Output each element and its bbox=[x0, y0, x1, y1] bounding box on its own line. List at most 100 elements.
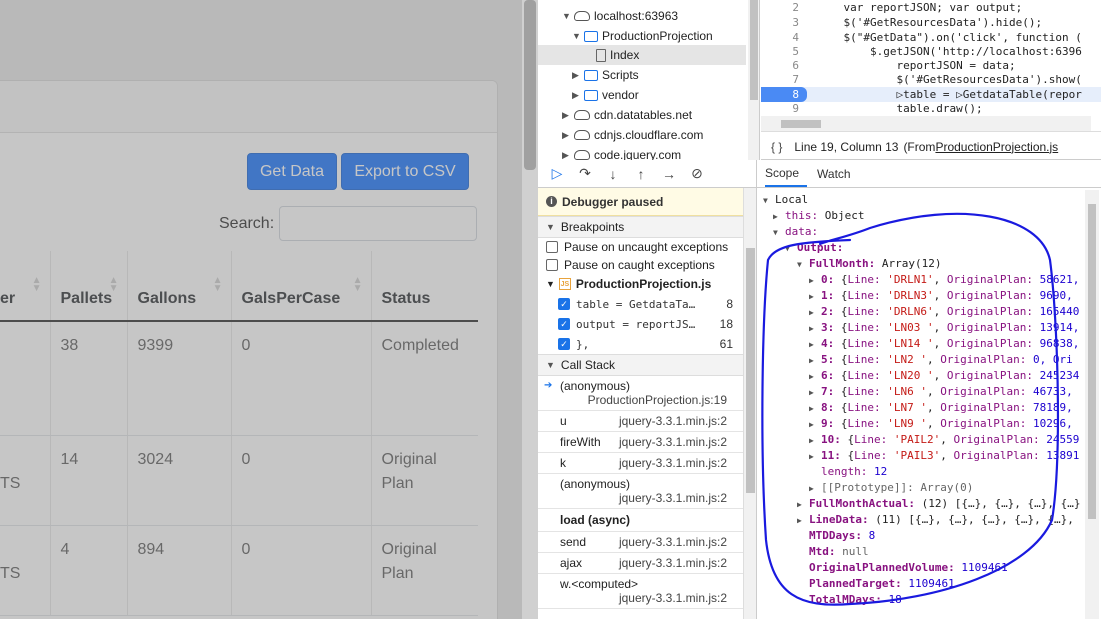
scope-var-fullmonthactual[interactable]: ▶ FullMonthActual: (12) [{…}, {…}, {…}, {… bbox=[797, 496, 1081, 512]
scrollbar-thumb[interactable] bbox=[524, 0, 536, 170]
page-scrollbar[interactable] bbox=[522, 0, 538, 619]
chevron-right-icon: ▶ bbox=[809, 452, 814, 461]
array-item[interactable]: ▶ 9: {Line: 'LN9 ', OriginalPlan: 10296, bbox=[809, 416, 1073, 432]
debugger-sidebar: i Debugger paused ▼ Breakpoints Pause on u… bbox=[538, 188, 743, 619]
call-frame[interactable]: fireWith jquery-3.3.1.min.js:2 bbox=[538, 432, 743, 453]
call-frame[interactable]: send jquery-3.3.1.min.js:2 bbox=[538, 532, 743, 553]
call-stack-section-header[interactable]: ▼ Call Stack bbox=[538, 354, 743, 376]
scope-var-fullmonth[interactable]: ▼ FullMonth: Array(12) bbox=[797, 256, 941, 272]
scope-panel: Scope Watch ▼ Local ▶ this: Object ▼ data: … bbox=[756, 160, 1101, 619]
scope-var-this[interactable]: ▶ this: Object bbox=[773, 208, 865, 224]
array-item[interactable]: ▶ 6: {Line: 'LN20 ', OriginalPlan: 245234 bbox=[809, 368, 1079, 384]
pretty-print-icon[interactable]: { } bbox=[771, 140, 782, 154]
scope-var-linedata[interactable]: ▶ LineData: (11) [{…}, {…}, {…}, {…}, {…}… bbox=[797, 512, 1074, 528]
cloud-icon bbox=[574, 130, 590, 140]
cloud-icon bbox=[574, 150, 590, 160]
checkbox-checked[interactable]: ✓ bbox=[558, 338, 570, 350]
breakpoints-section-header[interactable]: ▼ Breakpoints bbox=[538, 216, 743, 238]
scope-var-output[interactable]: ▼ Output: bbox=[785, 240, 843, 256]
nav-item-productionprojection[interactable]: ▼ ProductionProjection bbox=[572, 26, 713, 46]
scope-tabs: Scope Watch bbox=[757, 160, 1101, 188]
checkbox[interactable] bbox=[546, 259, 558, 271]
array-item[interactable]: ▶ 2: {Line: 'DRLN6', OriginalPlan: 165440 bbox=[809, 304, 1079, 320]
chevron-down-icon: ▼ bbox=[546, 360, 555, 370]
scrollbar-thumb[interactable] bbox=[1088, 204, 1096, 519]
code-line: 4 $("#GetData").on('click', function ( bbox=[792, 31, 1082, 44]
chevron-down-icon: ▼ bbox=[763, 196, 768, 205]
tab-watch[interactable]: Watch bbox=[817, 167, 859, 187]
editor-horizontal-scrollbar[interactable] bbox=[761, 116, 1091, 131]
pause-uncaught-option[interactable]: Pause on uncaught exceptions bbox=[538, 238, 743, 256]
chevron-right-icon: ▶ bbox=[562, 129, 569, 140]
array-prototype[interactable]: ▶ [[Prototype]]: Array(0) bbox=[809, 480, 973, 496]
nav-item-localhost[interactable]: ▼ localhost:63963 bbox=[562, 6, 678, 26]
web-page-viewport: Get Data Export to CSV Search: er ▲ ▼ Pall… bbox=[0, 0, 538, 619]
array-item[interactable]: ▶ 1: {Line: 'DRLN3', OriginalPlan: 9690, bbox=[809, 288, 1073, 304]
current-frame-arrow-icon: ➔ bbox=[544, 380, 553, 391]
step-over-icon[interactable]: ↷ bbox=[576, 165, 594, 182]
source-map-link[interactable]: ProductionProjection.js bbox=[935, 140, 1058, 154]
call-frame[interactable]: w.<computed> jquery-3.3.1.min.js:2 bbox=[538, 574, 743, 609]
breakpoint-entry[interactable]: ✓ table = GetdataTa… 8 bbox=[538, 294, 743, 314]
folder-icon bbox=[584, 89, 598, 101]
array-item[interactable]: ▶ 0: {Line: 'DRLN1', OriginalPlan: 58621, bbox=[809, 272, 1079, 288]
scrollbar-thumb[interactable] bbox=[781, 120, 821, 128]
chevron-down-icon: ▼ bbox=[773, 228, 778, 237]
scope-scrollbar[interactable] bbox=[1085, 190, 1099, 619]
deactivate-breakpoints-icon[interactable]: ⊘ bbox=[688, 165, 706, 182]
step-icon[interactable]: → bbox=[660, 166, 678, 182]
step-out-icon[interactable]: ↑ bbox=[632, 166, 650, 182]
sidebar-scrollbar[interactable] bbox=[743, 188, 756, 619]
navigator-scrollbar[interactable] bbox=[748, 0, 759, 160]
call-frame[interactable]: ➔ (anonymous) ProductionProjection.js:19 bbox=[538, 376, 743, 411]
nav-item-vendor[interactable]: ▶ vendor bbox=[572, 85, 639, 105]
step-into-icon[interactable]: ↓ bbox=[604, 166, 622, 182]
chevron-right-icon: ▶ bbox=[562, 109, 569, 120]
array-item[interactable]: ▶ 4: {Line: 'LN14 ', OriginalPlan: 96838, bbox=[809, 336, 1079, 352]
code-editor[interactable]: 2 var reportJSON; var output; 3 $('#GetR… bbox=[761, 0, 1101, 132]
chevron-right-icon: ▶ bbox=[809, 372, 814, 381]
breakpoint-entry[interactable]: ✓ output = reportJS… 18 bbox=[538, 314, 743, 334]
array-length: length: 12 bbox=[821, 465, 888, 478]
code-line: 3 $('#GetResourcesData').hide(); bbox=[792, 16, 1043, 29]
call-frame[interactable]: ajax jquery-3.3.1.min.js:2 bbox=[538, 553, 743, 574]
pause-caught-option[interactable]: Pause on caught exceptions bbox=[538, 256, 743, 274]
chevron-right-icon: ▶ bbox=[572, 89, 579, 100]
call-frame[interactable]: (anonymous) jquery-3.3.1.min.js:2 bbox=[538, 474, 743, 509]
array-item[interactable]: ▶ 3: {Line: 'LN03 ', OriginalPlan: 13914, bbox=[809, 320, 1079, 336]
file-navigator: ▼ localhost:63963 ▼ ProductionProjection… bbox=[538, 0, 760, 160]
array-item[interactable]: ▶ 11: {Line: 'PAIL3', OriginalPlan: 13891 bbox=[809, 448, 1079, 464]
checkbox-checked[interactable]: ✓ bbox=[558, 318, 570, 330]
array-item[interactable]: ▶ 10: {Line: 'PAIL2', OriginalPlan: 24559 bbox=[809, 432, 1079, 448]
nav-item-cloudflare[interactable]: ▶ cdnjs.cloudflare.com bbox=[562, 125, 703, 145]
checkbox-checked[interactable]: ✓ bbox=[558, 298, 570, 310]
scope-var-mtd: Mtd: null bbox=[809, 545, 869, 558]
code-line: 2 var reportJSON; var output; bbox=[792, 1, 1023, 14]
call-frame[interactable]: k jquery-3.3.1.min.js:2 bbox=[538, 453, 743, 474]
chevron-right-icon: ▶ bbox=[797, 516, 802, 525]
array-item[interactable]: ▶ 5: {Line: 'LN2 ', OriginalPlan: 0, Ori bbox=[809, 352, 1073, 368]
breakpoint-entry[interactable]: ✓}, 61 bbox=[538, 334, 743, 354]
nav-item-scripts[interactable]: ▶ Scripts bbox=[572, 65, 639, 85]
nav-item-datatables[interactable]: ▶ cdn.datatables.net bbox=[562, 105, 692, 125]
scrollbar-thumb[interactable] bbox=[750, 0, 758, 100]
async-boundary-label: load (async) bbox=[538, 509, 743, 532]
array-item[interactable]: ▶ 7: {Line: 'LN6 ', OriginalPlan: 46733, bbox=[809, 384, 1073, 400]
array-item[interactable]: ▶ 8: {Line: 'LN7 ', OriginalPlan: 78189, bbox=[809, 400, 1073, 416]
call-frame[interactable]: u jquery-3.3.1.min.js:2 bbox=[538, 411, 743, 432]
editor-status-bar: { } Line 19, Column 13 (From ProductionP… bbox=[761, 134, 1101, 160]
scope-var-data[interactable]: ▼ data: bbox=[773, 224, 818, 240]
cursor-position: Line 19, Column 13 bbox=[794, 139, 899, 154]
checkbox[interactable] bbox=[546, 241, 558, 253]
scrollbar-thumb[interactable] bbox=[746, 248, 755, 493]
nav-item-index[interactable]: Index bbox=[538, 45, 746, 65]
code-line: 7 $('#GetResourcesData').show( bbox=[792, 73, 1082, 86]
chevron-down-icon: ▼ bbox=[546, 279, 555, 289]
breakpoint-line[interactable]: 8 ▷table = ▷GetdataTable(repor bbox=[761, 87, 1101, 102]
tab-scope[interactable]: Scope bbox=[765, 166, 808, 187]
resume-icon[interactable]: ▷ bbox=[548, 165, 566, 182]
breakpoint-file-header[interactable]: ▼ JS ProductionProjection.js bbox=[538, 274, 743, 294]
nav-item-jquery[interactable]: ▶ code.jquery.com bbox=[562, 145, 681, 160]
scope-local[interactable]: ▼ Local bbox=[763, 192, 808, 208]
scope-var-mtddays: MTDDays: 8 bbox=[809, 529, 876, 542]
